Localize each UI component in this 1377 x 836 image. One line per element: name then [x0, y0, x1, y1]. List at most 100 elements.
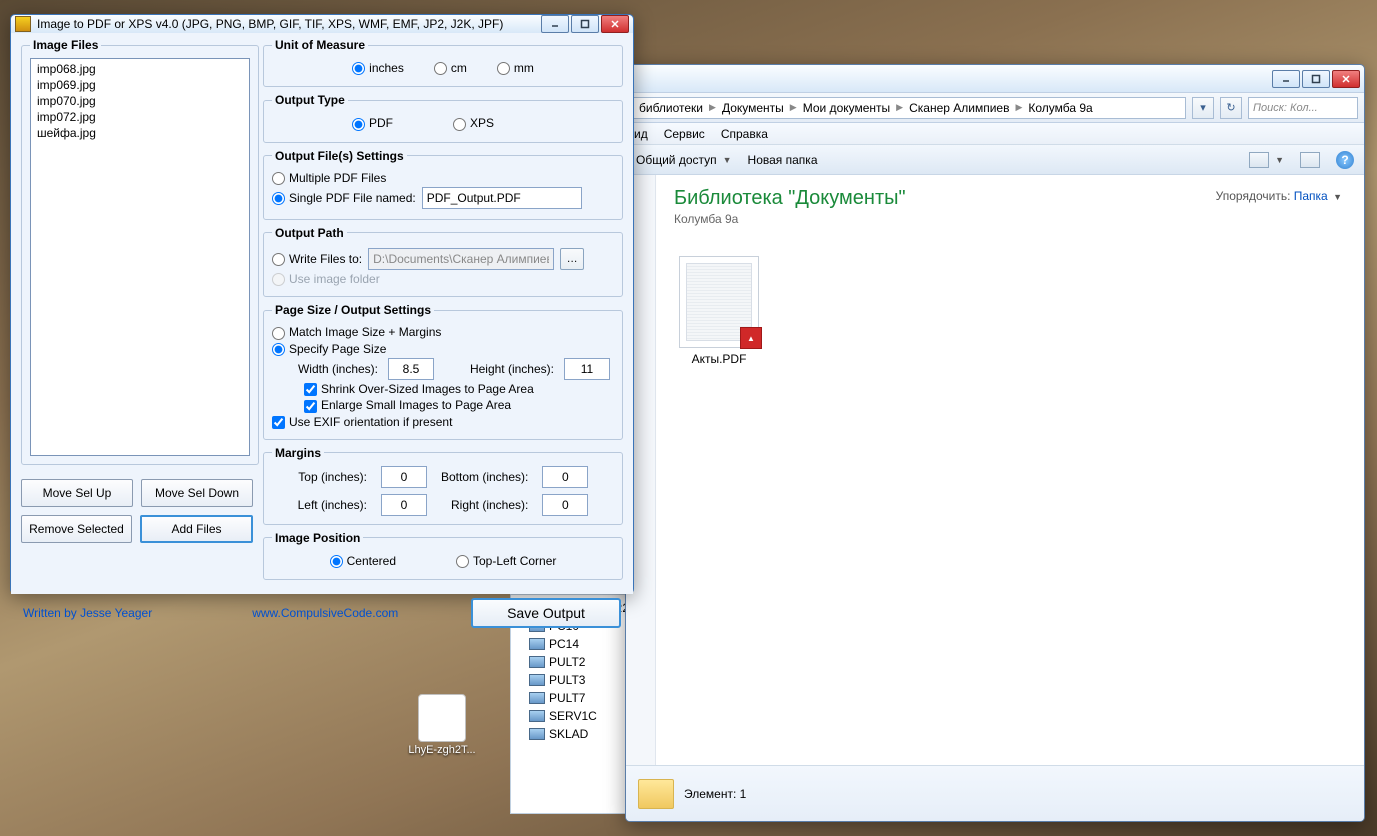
- minimize-button[interactable]: [1272, 70, 1300, 88]
- breadcrumb-segment[interactable]: библиотеки: [633, 101, 709, 115]
- tree-label: PC14: [549, 637, 579, 651]
- desktop-icon-label: LhyE-zgh2T...: [406, 744, 478, 756]
- output-pdf-radio[interactable]: PDF: [352, 116, 393, 130]
- breadcrumb-segment[interactable]: Колумба 9а: [1022, 101, 1098, 115]
- legend: Image Position: [272, 531, 363, 545]
- list-item[interactable]: imp070.jpg: [33, 93, 247, 109]
- author-link[interactable]: Written by Jesse Yeager: [23, 606, 152, 620]
- help-icon[interactable]: ?: [1336, 151, 1354, 169]
- new-folder-button[interactable]: Новая папка: [748, 153, 818, 167]
- minimize-button[interactable]: [541, 15, 569, 33]
- breadcrumb-segment[interactable]: Сканер Алимпиев: [903, 101, 1015, 115]
- list-item[interactable]: imp069.jpg: [33, 77, 247, 93]
- view-mode-button[interactable]: ▼: [1249, 152, 1284, 168]
- share-button[interactable]: Общий доступ▼: [636, 153, 732, 167]
- match-image-size-radio[interactable]: Match Image Size + Margins: [272, 325, 441, 339]
- use-image-folder-radio[interactable]: Use image folder: [272, 272, 380, 286]
- height-input[interactable]: [564, 358, 610, 380]
- single-pdf-name-input[interactable]: [422, 187, 582, 209]
- tree-label: PULT2: [549, 655, 585, 669]
- output-path-group: Output Path Write Files to: … Use image …: [263, 226, 623, 297]
- margin-left-input[interactable]: [381, 494, 427, 516]
- refresh-button[interactable]: ↻: [1220, 97, 1242, 119]
- height-label: Height (inches):: [464, 362, 554, 376]
- margin-right-label: Right (inches):: [441, 498, 528, 512]
- status-text: Элемент: 1: [684, 787, 746, 801]
- maximize-button[interactable]: [571, 15, 599, 33]
- tree-label: PULT3: [549, 673, 585, 687]
- menubar: ид Сервис Справка: [626, 123, 1364, 145]
- top-left-radio[interactable]: Top-Left Corner: [456, 554, 556, 568]
- margin-left-label: Left (inches):: [298, 498, 367, 512]
- single-pdf-radio[interactable]: Single PDF File named:: [272, 191, 416, 205]
- view-icon: [1249, 152, 1269, 168]
- list-item[interactable]: imp068.jpg: [33, 61, 247, 77]
- legend: Image Files: [30, 38, 101, 52]
- move-up-button[interactable]: Move Sel Up: [21, 479, 133, 507]
- multiple-pdf-radio[interactable]: Multiple PDF Files: [272, 171, 386, 185]
- file-view[interactable]: Библиотека "Документы" Колумба 9а Упоряд…: [656, 175, 1364, 765]
- preview-pane-button[interactable]: [1300, 152, 1320, 168]
- desktop-icon-lhy[interactable]: LhyE-zgh2T...: [406, 694, 478, 756]
- chevron-down-icon: ▼: [1333, 192, 1342, 202]
- legend: Page Size / Output Settings: [272, 303, 434, 317]
- legend: Output Type: [272, 93, 348, 107]
- file-item[interactable]: ▲ Акты.PDF: [674, 256, 764, 366]
- close-button[interactable]: [1332, 70, 1360, 88]
- width-input[interactable]: [388, 358, 434, 380]
- unit-mm-radio[interactable]: mm: [497, 61, 534, 75]
- margins-group: Margins Top (inches): Bottom (inches): L…: [263, 446, 623, 525]
- shrink-checkbox[interactable]: Shrink Over-Sized Images to Page Area: [304, 382, 534, 396]
- file-thumbnail: ▲: [679, 256, 759, 348]
- website-link[interactable]: www.CompulsiveCode.com: [252, 606, 398, 620]
- menu-item[interactable]: ид: [634, 127, 648, 141]
- add-files-button[interactable]: Add Files: [140, 515, 253, 543]
- write-files-to-radio[interactable]: Write Files to:: [272, 252, 362, 266]
- arrange-label: Упорядочить:: [1216, 189, 1291, 203]
- image-position-group: Image Position Centered Top-Left Corner: [263, 531, 623, 580]
- remove-selected-button[interactable]: Remove Selected: [21, 515, 132, 543]
- titlebar: [626, 65, 1364, 93]
- chevron-right-icon: ▶: [1015, 102, 1022, 113]
- breadcrumb-segment[interactable]: Мои документы: [797, 101, 896, 115]
- output-xps-radio[interactable]: XPS: [453, 116, 494, 130]
- list-item[interactable]: шейфа.jpg: [33, 125, 247, 141]
- margin-top-label: Top (inches):: [298, 470, 367, 484]
- browse-button[interactable]: …: [560, 248, 584, 270]
- list-item[interactable]: imp072.jpg: [33, 109, 247, 125]
- footer: Written by Jesse Yeager www.CompulsiveCo…: [11, 594, 633, 634]
- use-exif-checkbox[interactable]: Use EXIF orientation if present: [272, 415, 452, 429]
- output-path-input[interactable]: [368, 248, 554, 270]
- image-files-group: Image Files imp068.jpg imp069.jpg imp070…: [21, 38, 259, 465]
- save-output-button[interactable]: Save Output: [471, 598, 621, 628]
- computer-icon: [529, 692, 545, 704]
- centered-radio[interactable]: Centered: [330, 554, 396, 568]
- maximize-button[interactable]: [1302, 70, 1330, 88]
- breadcrumb[interactable]: библиотеки▶ Документы▶ Мои документы▶ Ск…: [632, 97, 1186, 119]
- unit-inches-radio[interactable]: inches: [352, 61, 404, 75]
- menu-item[interactable]: Сервис: [664, 127, 705, 141]
- arrange-by: Упорядочить: Папка ▼: [1216, 189, 1342, 203]
- image-file-list[interactable]: imp068.jpg imp069.jpg imp070.jpg imp072.…: [30, 58, 250, 456]
- app-icon: [15, 16, 31, 32]
- image-to-pdf-window: Image to PDF or XPS v4.0 (JPG, PNG, BMP,…: [10, 14, 634, 594]
- move-down-button[interactable]: Move Sel Down: [141, 479, 253, 507]
- breadcrumb-dropdown-button[interactable]: ▾: [1192, 97, 1214, 119]
- address-bar-row: библиотеки▶ Документы▶ Мои документы▶ Ск…: [626, 93, 1364, 123]
- file-name: Акты.PDF: [674, 352, 764, 366]
- search-input[interactable]: Поиск: Кол...: [1248, 97, 1358, 119]
- computer-icon: [529, 674, 545, 686]
- unit-cm-radio[interactable]: cm: [434, 61, 467, 75]
- enlarge-checkbox[interactable]: Enlarge Small Images to Page Area: [304, 398, 511, 412]
- breadcrumb-segment[interactable]: Документы: [716, 101, 790, 115]
- page-size-group: Page Size / Output Settings Match Image …: [263, 303, 623, 440]
- margin-right-input[interactable]: [542, 494, 588, 516]
- specify-page-size-radio[interactable]: Specify Page Size: [272, 342, 386, 356]
- titlebar: Image to PDF or XPS v4.0 (JPG, PNG, BMP,…: [11, 15, 633, 33]
- pdf-badge-icon: ▲: [740, 327, 762, 349]
- arrange-value[interactable]: Папка ▼: [1294, 189, 1342, 203]
- close-button[interactable]: [601, 15, 629, 33]
- margin-bottom-input[interactable]: [542, 466, 588, 488]
- menu-item[interactable]: Справка: [721, 127, 768, 141]
- margin-top-input[interactable]: [381, 466, 427, 488]
